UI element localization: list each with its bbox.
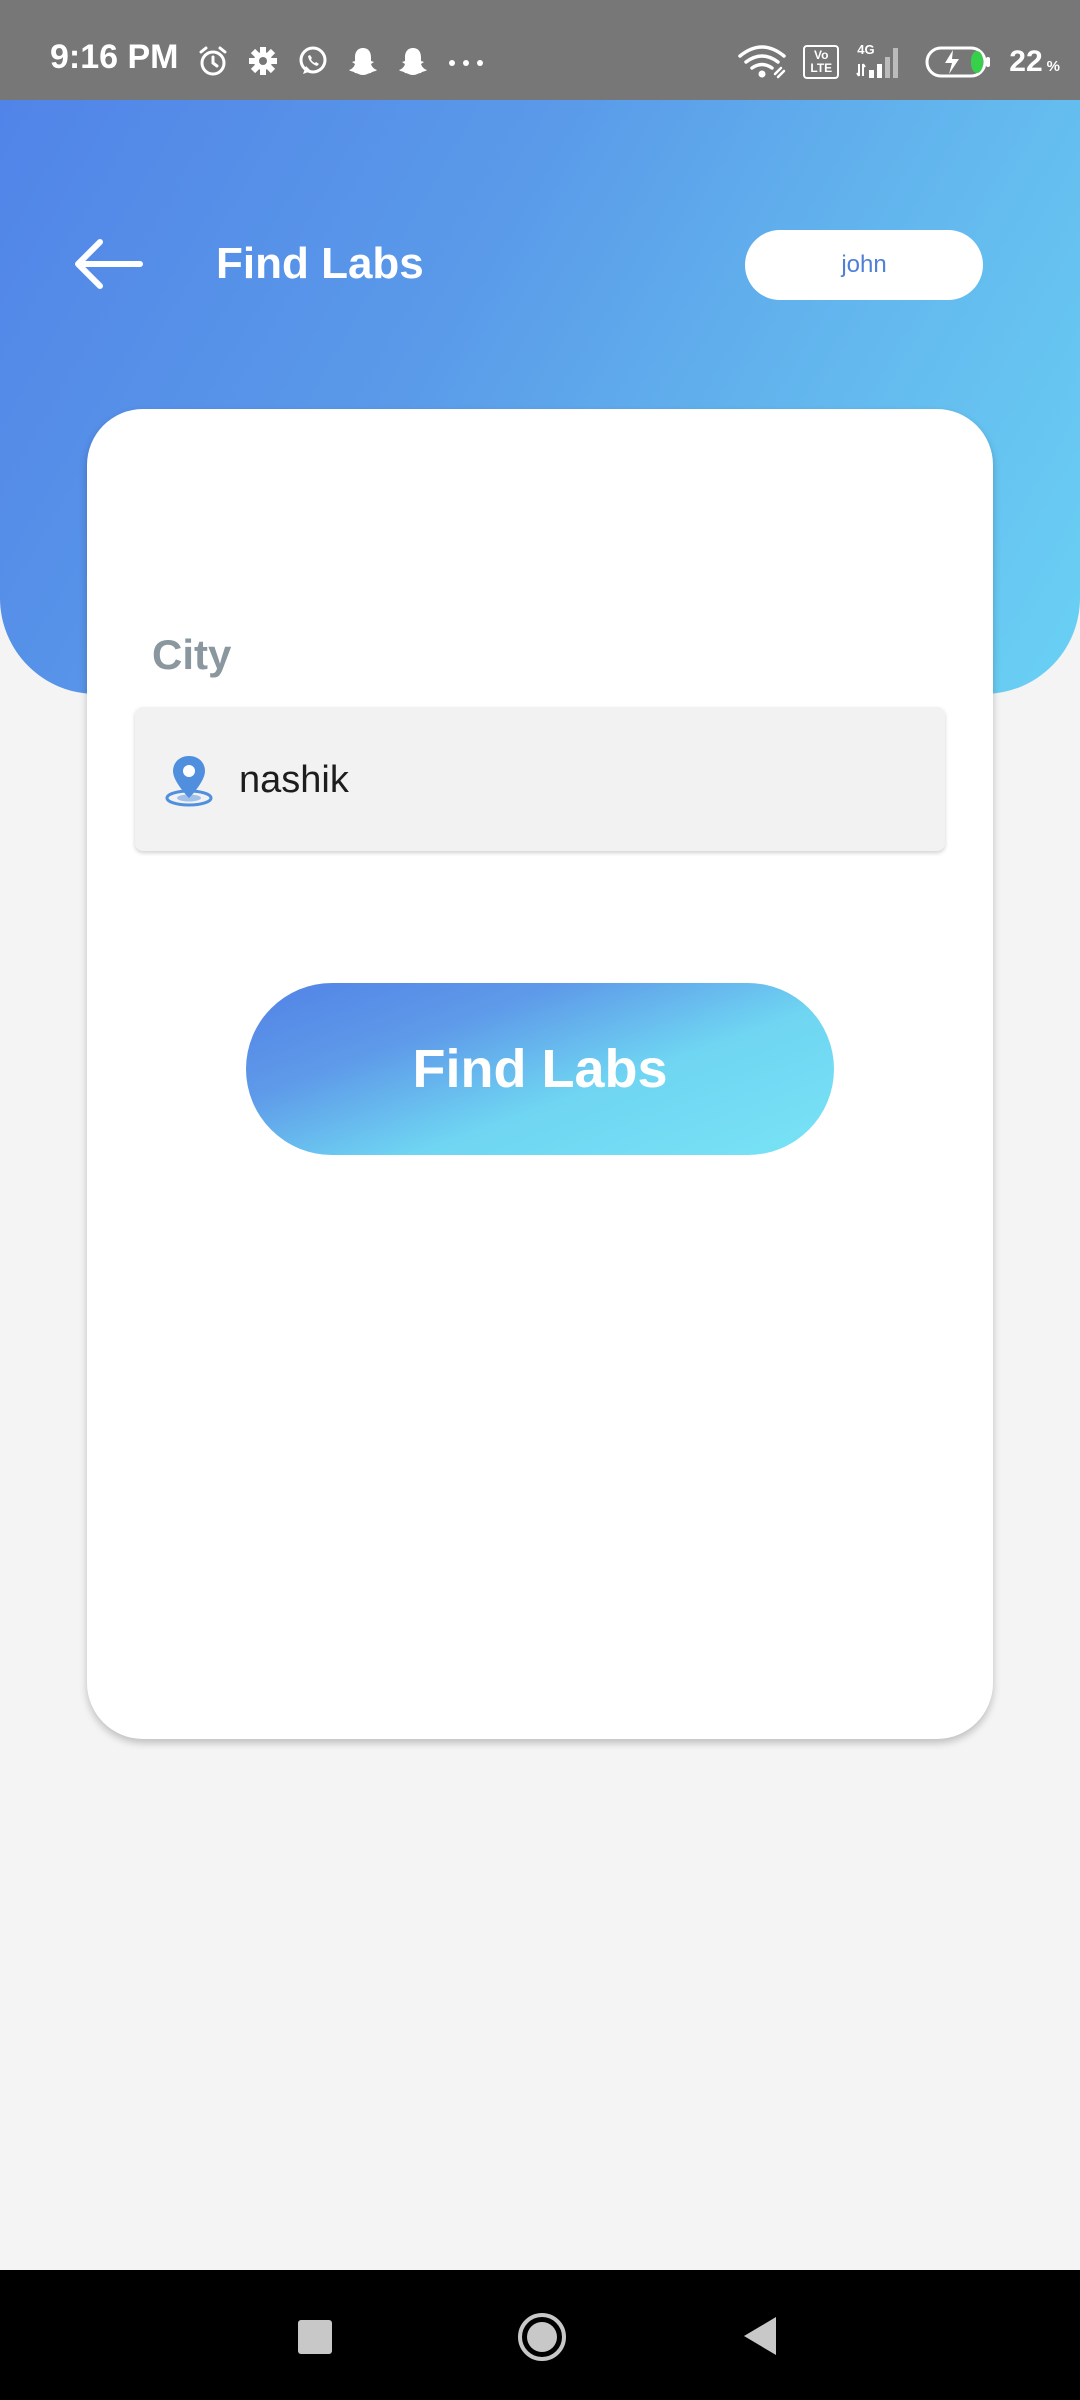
- recent-apps-icon[interactable]: [298, 2320, 332, 2354]
- notification-icons: [196, 44, 486, 78]
- city-input-value: nashik: [239, 759, 349, 801]
- volte-icon: Vo LTE: [803, 45, 840, 79]
- alarm-icon: [199, 46, 227, 76]
- find-labs-button[interactable]: Find Labs: [246, 983, 834, 1155]
- back-button[interactable]: [72, 236, 144, 292]
- snapchat-icon: [399, 48, 427, 75]
- system-icons: Vo LTE 4G 22 %: [737, 42, 1060, 80]
- battery-icon: [925, 46, 991, 78]
- whatsapp-icon: [299, 46, 327, 74]
- user-profile-button[interactable]: john: [745, 230, 983, 300]
- back-triangle-icon[interactable]: [742, 2315, 778, 2357]
- battery-fill: [971, 51, 984, 73]
- status-time: 9:16 PM: [50, 38, 179, 76]
- city-input[interactable]: nashik: [135, 707, 945, 851]
- page-title: Find Labs: [216, 239, 424, 288]
- navigation-bar: [0, 2270, 1080, 2400]
- arrow-left-icon: [75, 239, 143, 289]
- search-card: City nashik Find Labs: [87, 409, 993, 1739]
- signal-icon: 4G: [855, 42, 907, 80]
- more-dots-icon: [449, 60, 483, 66]
- battery-percentage: 22 %: [1009, 45, 1060, 78]
- status-bar: 9:16 PM Vo LTE 4G 22 %: [0, 0, 1080, 100]
- home-icon[interactable]: [516, 2311, 568, 2363]
- settings-icon: [249, 47, 277, 75]
- snapchat-icon: [349, 48, 377, 75]
- location-pin-icon: [165, 756, 213, 807]
- wifi-icon: [738, 45, 787, 79]
- city-label: City: [152, 631, 232, 678]
